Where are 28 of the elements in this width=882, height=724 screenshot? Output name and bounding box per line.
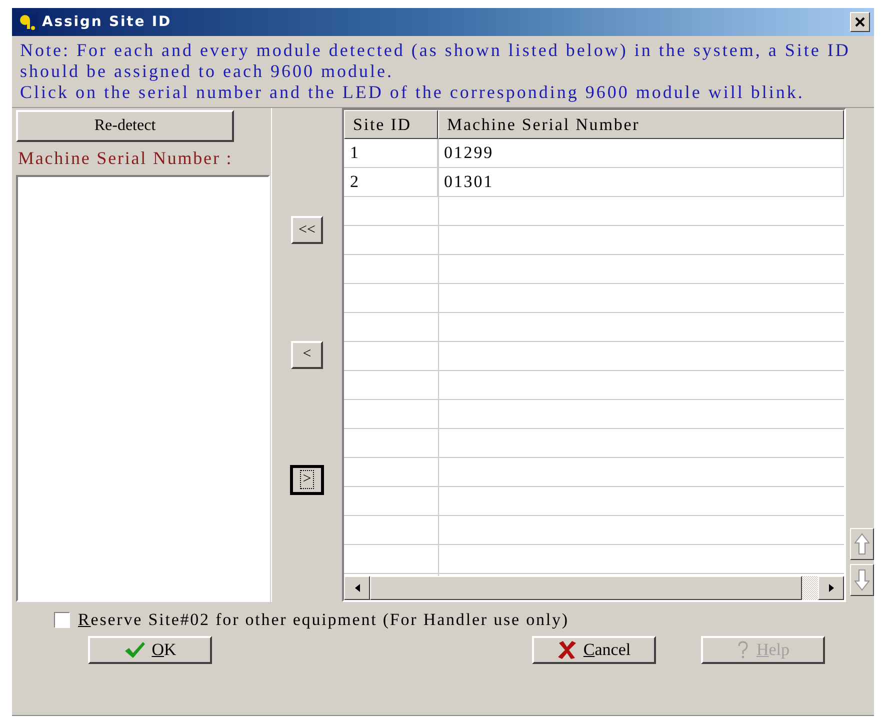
table-cell: 2 bbox=[344, 168, 438, 197]
check-icon bbox=[124, 641, 146, 659]
column-header[interactable]: Site ID bbox=[344, 110, 438, 139]
scroll-left-icon bbox=[354, 584, 360, 592]
ok-button[interactable]: OK bbox=[88, 636, 212, 664]
move-button[interactable]: << bbox=[291, 216, 323, 244]
reserve-checkbox[interactable]: Reserve Site#02 for other equipment (For Handler use only) bbox=[12, 602, 874, 630]
serial-label: Machine Serial Number : bbox=[17, 148, 234, 169]
table-cell: 01301 bbox=[438, 168, 844, 197]
move-up-button[interactable] bbox=[850, 528, 874, 560]
scroll-track[interactable] bbox=[802, 576, 818, 600]
table-cell: 01299 bbox=[438, 139, 844, 168]
column-header[interactable]: Machine Serial Number bbox=[438, 110, 844, 139]
close-icon bbox=[855, 17, 865, 27]
app-icon bbox=[18, 13, 38, 31]
window-title: Assign Site ID bbox=[42, 14, 173, 30]
question-icon bbox=[736, 640, 750, 660]
redetect-button[interactable]: Re-detect bbox=[16, 110, 234, 142]
close-button[interactable] bbox=[850, 12, 870, 32]
move-button[interactable]: > bbox=[291, 466, 323, 494]
scroll-right-icon bbox=[828, 584, 834, 592]
note-text: Note: For each and every module detected (as shown listed below) in the system, a Site ID should be assigned to each 9600 module. bbox=[20, 40, 851, 82]
table-cell: 1 bbox=[344, 139, 438, 168]
note-text: Click on the serial number and the LED of the corresponding 9600 module will blink. bbox=[20, 82, 806, 103]
move-down-button[interactable] bbox=[850, 564, 874, 596]
move-button[interactable]: < bbox=[291, 340, 323, 369]
close-icon bbox=[557, 640, 578, 660]
cancel-button[interactable]: Cancel bbox=[532, 636, 656, 664]
